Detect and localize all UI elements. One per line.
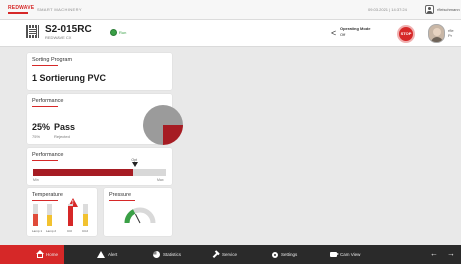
qr-code-icon: [26, 25, 39, 38]
card-title: Temperature: [32, 192, 63, 201]
program-name: 1 Sortierung PVC: [32, 73, 107, 83]
statistics-icon: [153, 251, 160, 258]
temperature-bar-fill: [68, 206, 73, 226]
performance-bar-fill: [33, 169, 133, 176]
run-status-icon: [110, 29, 117, 36]
performance-marker-icon: [132, 162, 139, 167]
machine-model: REDWAVE CX: [45, 35, 72, 40]
camera-icon: [330, 252, 339, 257]
nav-item-service[interactable]: Service: [212, 245, 237, 264]
temperature-bar-label: CCI: [67, 229, 73, 233]
pressure-gauge-fill: [124, 209, 136, 224]
performance-summary-card[interactable]: Performance 25% Pass 75% Rejected: [27, 94, 183, 145]
nav-item-label: Statistics: [163, 252, 182, 257]
temperature-bar-fill: [47, 215, 52, 226]
performance-percent: 25%: [32, 122, 51, 132]
temperature-bar-label: CC2: [82, 229, 89, 233]
temperature-card[interactable]: Temperature Lamp 1Lamp 2 CCI CC2: [27, 188, 97, 236]
temperature-bar: [68, 204, 73, 226]
temperature-bar-fill: [83, 213, 88, 226]
pressure-gauge: [124, 207, 156, 224]
operating-mode-label: Operating Mode: [340, 26, 371, 31]
nav-item-settings[interactable]: Settings: [272, 245, 297, 264]
alert-icon: [97, 251, 105, 258]
card-title: Sorting Program: [32, 57, 73, 66]
nav-item-label: Service: [222, 252, 238, 257]
avatar[interactable]: [428, 24, 445, 43]
run-status-label: Run: [119, 30, 127, 35]
nav-item-label: Alert: [108, 252, 118, 257]
nav-item-label: Home: [46, 252, 59, 257]
nav-item-label: Cam View: [340, 252, 361, 257]
temperature-bar: [47, 204, 52, 226]
temperature-bar-fill: [33, 213, 38, 226]
performance-max-label: Max: [157, 178, 164, 182]
pressure-card[interactable]: Pressure: [104, 188, 172, 236]
temperature-bar-label: Lamp 1: [32, 229, 43, 233]
nav-item-alert[interactable]: Alert: [97, 245, 117, 264]
bottom-navigation: Home Alert Statistics Service Settings C…: [0, 245, 461, 264]
operating-mode-value[interactable]: Off: [340, 32, 345, 37]
performance-result: Pass: [54, 122, 76, 132]
brand-logo: REDWAVE: [8, 5, 34, 14]
card-title: Performance: [32, 98, 64, 107]
home-icon: [36, 249, 44, 258]
temperature-bar: [33, 204, 38, 226]
nav-item-label: Settings: [281, 252, 298, 257]
settings-icon: [272, 251, 278, 258]
brand-logo-text: REDWAVE: [8, 5, 35, 11]
nav-item-statistics[interactable]: Statistics: [153, 245, 181, 264]
arrow-left-icon[interactable]: ←: [430, 249, 438, 258]
performance-result-sub: Rejected: [54, 134, 70, 139]
brand-logo-bar: [8, 12, 28, 14]
username[interactable]: rfleischmann: [437, 7, 460, 12]
header-user-line: Pr: [448, 33, 452, 38]
arrow-right-icon[interactable]: →: [447, 249, 455, 258]
app-title: SMART MACHINERY: [37, 7, 82, 12]
stop-button[interactable]: STOP: [397, 25, 415, 43]
nav-item-home[interactable]: Home: [0, 245, 64, 264]
user-icon[interactable]: [425, 5, 434, 14]
temperature-bar: [83, 204, 88, 226]
performance-gauge-card[interactable]: Performance Opt Min Max: [27, 148, 172, 185]
machine-header: S2-015RC REDWAVE CX Run < Operating Mode…: [0, 20, 461, 47]
nav-item-cam-view[interactable]: Cam View: [330, 245, 360, 264]
performance-bar-track: [33, 169, 166, 176]
temperature-bar-label: Lamp 2: [46, 229, 57, 233]
machine-id: S2-015RC: [45, 24, 92, 35]
performance-min-label: Min: [33, 178, 39, 182]
sorting-program-card[interactable]: Sorting Program 1 Sortierung PVC: [27, 53, 172, 90]
pressure-gauge-needle: [135, 213, 141, 224]
chevron-left-icon[interactable]: <: [331, 28, 336, 38]
performance-pie-chart: [143, 105, 183, 145]
header-user: rfle Pr: [448, 28, 454, 38]
card-title: Performance: [32, 152, 64, 161]
service-icon: [211, 250, 221, 260]
date-time: 09.03.2021 | 14:37:24: [368, 7, 407, 12]
top-strip: REDWAVE SMART MACHINERY 09.03.2021 | 14:…: [0, 0, 461, 20]
card-title: Pressure: [109, 192, 136, 201]
performance-percent-sub: 75%: [32, 134, 41, 139]
